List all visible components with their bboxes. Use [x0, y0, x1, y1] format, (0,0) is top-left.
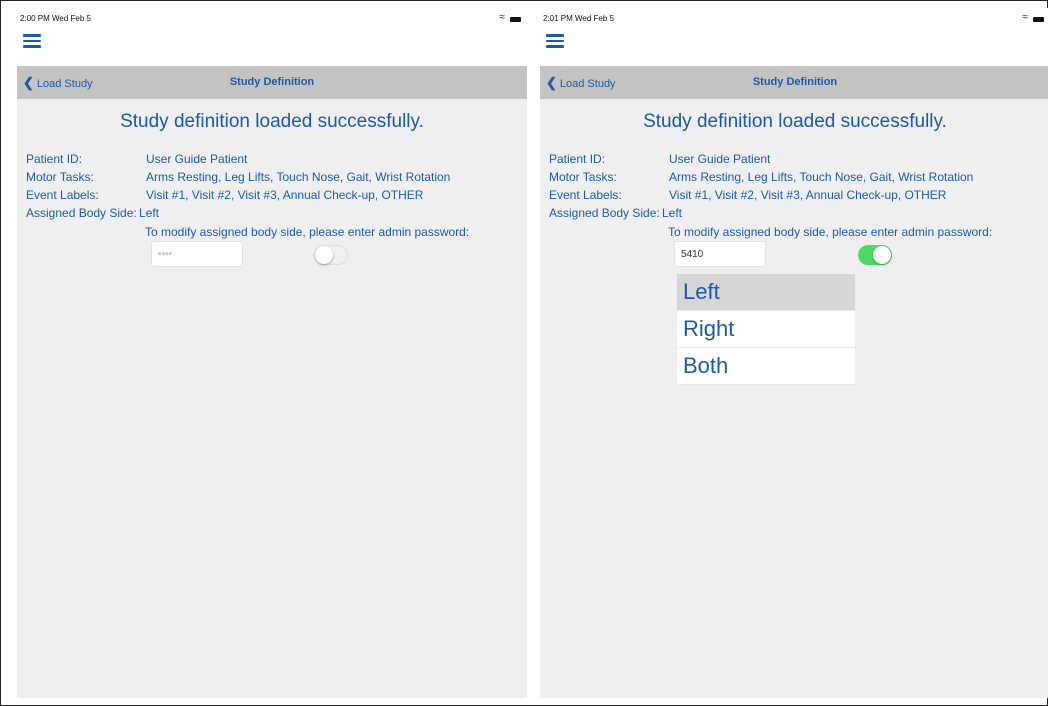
wifi-icon: ≈ [499, 12, 506, 23]
content-area: Study definition loaded successfully. Pa… [17, 99, 527, 698]
nav-title: Study Definition [229, 76, 315, 88]
motor-tasks-value: Arms Resting, Leg Lifts, Touch Nose, Gai… [669, 170, 974, 184]
patient-value: User Guide Patient [146, 152, 248, 166]
event-labels-value: Visit #1, Visit #2, Visit #3, Annual Che… [669, 188, 947, 202]
hamburger-icon[interactable] [546, 34, 564, 48]
body-side-label: Assigned Body Side: [26, 206, 137, 220]
event-labels-label: Event Labels: [26, 188, 99, 202]
success-headline: Study definition loaded successfully. [643, 111, 947, 132]
battery-icon [510, 17, 521, 22]
nav-title: Study Definition [752, 76, 838, 88]
patient-label: Patient ID: [26, 152, 83, 166]
toggle-knob [315, 246, 333, 264]
admin-password-hint: To modify assigned body side, please ent… [145, 225, 470, 239]
motor-tasks-value: Arms Resting, Leg Lifts, Touch Nose, Gai… [146, 170, 451, 184]
toggle-knob [873, 246, 891, 264]
body-side-picker: Left Right Both [677, 274, 855, 385]
ipad-screen-after: 2:01 PM Wed Feb 5 ≈ ❮ Load Study Study De… [540, 8, 1048, 698]
patient-label: Patient ID: [549, 152, 606, 166]
admin-password-input[interactable] [151, 241, 243, 267]
picker-option-right[interactable]: Right [677, 311, 855, 348]
battery-icon [1033, 17, 1044, 22]
body-side-label: Assigned Body Side: [549, 206, 660, 220]
navigation-bar: ❮ Load Study Study Definition [17, 66, 527, 99]
picker-option-both[interactable]: Both [677, 348, 855, 385]
body-side-toggle[interactable] [858, 245, 892, 265]
admin-password-hint: To modify assigned body side, please ent… [668, 225, 993, 239]
motor-tasks-label: Motor Tasks: [26, 170, 94, 184]
body-side-value: Left [139, 206, 160, 220]
wifi-icon: ≈ [1022, 12, 1029, 23]
motor-tasks-label: Motor Tasks: [549, 170, 617, 184]
content-area: Study definition loaded successfully. Pa… [540, 99, 1048, 698]
success-headline: Study definition loaded successfully. [120, 111, 424, 132]
ipad-screen-before: 2:00 PM Wed Feb 5 ≈ ❮ Load Study Study De… [17, 8, 527, 698]
body-side-value: Left [662, 206, 683, 220]
admin-password-input[interactable] [674, 241, 766, 267]
event-labels-value: Visit #1, Visit #2, Visit #3, Annual Che… [146, 188, 424, 202]
status-bar: 2:01 PM Wed Feb 5 ≈ [543, 12, 1044, 28]
body-side-toggle[interactable] [314, 245, 348, 265]
picker-option-left[interactable]: Left [677, 274, 855, 311]
event-labels-label: Event Labels: [549, 188, 622, 202]
hamburger-icon[interactable] [23, 34, 41, 48]
status-bar: 2:00 PM Wed Feb 5 ≈ [20, 12, 521, 28]
status-time: 2:01 PM Wed Feb 5 [543, 14, 614, 23]
navigation-bar: ❮ Load Study Study Definition [540, 66, 1048, 99]
status-time: 2:00 PM Wed Feb 5 [20, 14, 91, 23]
patient-value: User Guide Patient [669, 152, 771, 166]
